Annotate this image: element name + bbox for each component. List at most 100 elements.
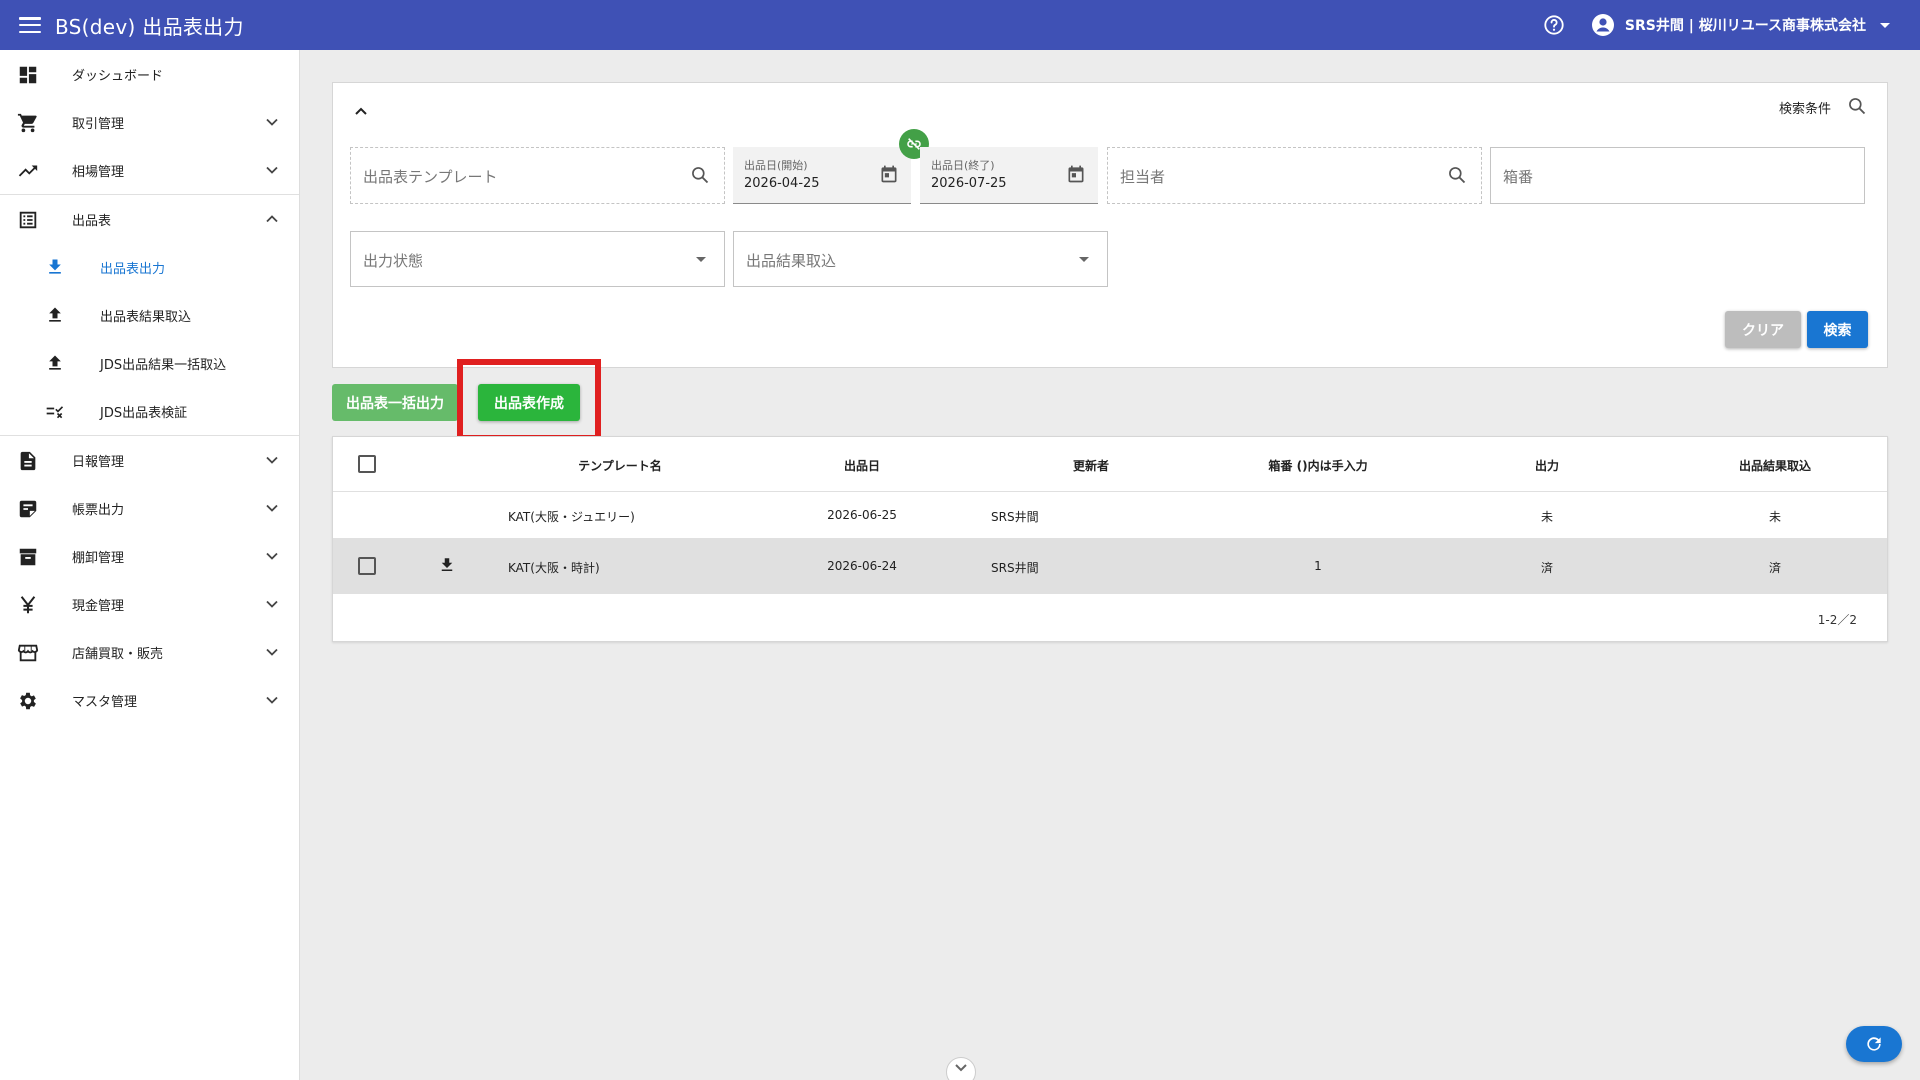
cell-template: KAT(大阪・時計) xyxy=(508,561,600,575)
cell-output: 未 xyxy=(1540,510,1554,524)
user-name[interactable]: SRS井間 | 桜川リユース商事株式会社 xyxy=(1625,15,1866,35)
sidebar-item-market[interactable]: 相場管理 xyxy=(0,146,299,194)
search-button[interactable]: 検索 xyxy=(1807,311,1868,348)
calendar-icon[interactable] xyxy=(879,164,899,184)
scroll-down-button[interactable] xyxy=(946,1057,976,1080)
menu-icon[interactable] xyxy=(19,17,41,33)
dropdown-arrow-icon xyxy=(1079,257,1089,262)
sidebar-item-label: ダッシュボード xyxy=(72,68,164,84)
cart-icon xyxy=(17,113,37,133)
search-icon[interactable] xyxy=(1447,165,1467,185)
sidebar-item-master[interactable]: マスタ管理 xyxy=(0,676,299,724)
sidebar-item-daily-report[interactable]: 日報管理 xyxy=(0,436,299,484)
box-number-input[interactable]: 箱番 xyxy=(1490,147,1865,204)
sidebar-item-label: 相場管理 xyxy=(72,164,125,180)
chevron-up-icon xyxy=(266,215,278,223)
staff-search-input[interactable]: 担当者 xyxy=(1107,147,1482,204)
refresh-button[interactable] xyxy=(1846,1026,1902,1062)
date-start-field[interactable]: 出品日(開始) 2026-04-25 xyxy=(733,147,911,204)
sidebar-item-store[interactable]: 店舗買取・販売 xyxy=(0,628,299,676)
account-icon[interactable] xyxy=(1591,13,1615,37)
cell-date: 2026-06-24 xyxy=(827,559,897,573)
sidebar-item-listing-output[interactable]: 出品表出力 xyxy=(0,243,299,291)
sidebar: ダッシュボード 取引管理 相場管理 出品表 出品表出力 出品表結果取込 JDS出… xyxy=(0,50,300,1080)
template-search-input[interactable]: 出品表テンプレート xyxy=(350,147,725,204)
dropdown-arrow-icon xyxy=(696,257,706,262)
sidebar-item-label: 店舗買取・販売 xyxy=(72,646,164,662)
sidebar-item-label: JDS出品表検証 xyxy=(100,405,188,421)
sidebar-item-forms[interactable]: 帳票出力 xyxy=(0,484,299,532)
header-right: SRS井間 | 桜川リユース商事株式会社 xyxy=(1543,0,1890,50)
highlight-box xyxy=(457,359,601,441)
select-all-checkbox[interactable] xyxy=(358,455,376,473)
rule-icon xyxy=(46,406,64,419)
date-end-field[interactable]: 出品日(終了) 2026-07-25 xyxy=(920,147,1098,204)
search-icon[interactable] xyxy=(690,165,710,185)
cell-updater: SRS井間 xyxy=(991,561,1039,575)
sidebar-item-label: 出品表結果取込 xyxy=(100,309,192,325)
chevron-down-icon xyxy=(266,552,278,560)
column-header[interactable]: テンプレート名 xyxy=(578,457,662,474)
column-header[interactable]: 更新者 xyxy=(1073,457,1109,474)
calendar-icon[interactable] xyxy=(1066,164,1086,184)
sidebar-item-label: 日報管理 xyxy=(72,454,125,470)
chevron-down-icon xyxy=(266,600,278,608)
account-caret-icon[interactable] xyxy=(1880,22,1890,28)
sidebar-item-label: 帳票出力 xyxy=(72,502,125,518)
sidebar-item-listing-result-import[interactable]: 出品表結果取込 xyxy=(0,291,299,339)
sidebar-item-label: JDS出品結果一括取込 xyxy=(100,357,227,373)
column-header[interactable]: 箱番 ()内は手入力 xyxy=(1268,457,1367,474)
cell-template: KAT(大阪・ジュエリー) xyxy=(508,510,635,524)
cell-result: 済 xyxy=(1768,561,1782,575)
chevron-down-icon xyxy=(266,696,278,704)
sidebar-item-label: 取引管理 xyxy=(72,116,125,132)
download-icon[interactable] xyxy=(438,556,456,574)
output-status-select[interactable]: 出力状態 xyxy=(350,231,725,287)
help-icon[interactable] xyxy=(1543,14,1565,36)
column-header[interactable]: 出品結果取込 xyxy=(1739,457,1811,474)
search-icon[interactable] xyxy=(1847,96,1867,116)
column-header[interactable]: 出品日 xyxy=(844,457,880,474)
app-header: BS(dev) 出品表出力 SRS井間 | 桜川リユース商事株式会社 xyxy=(0,0,1920,50)
sidebar-item-dashboard[interactable]: ダッシュボード xyxy=(0,50,299,98)
sidebar-item-jds-verify[interactable]: JDS出品表検証 xyxy=(0,387,299,435)
sidebar-item-transactions[interactable]: 取引管理 xyxy=(0,98,299,146)
row-checkbox[interactable] xyxy=(358,557,376,575)
sidebar-item-inventory[interactable]: 棚卸管理 xyxy=(0,532,299,580)
chevron-down-icon xyxy=(266,504,278,512)
column-header[interactable]: 出力 xyxy=(1535,457,1559,474)
sidebar-item-jds-bulk-import[interactable]: JDS出品結果一括取込 xyxy=(0,339,299,387)
table-row[interactable]: KAT(大阪・時計) 2026-06-24 SRS井間 1 済 済 xyxy=(333,539,1887,594)
bulk-output-button[interactable]: 出品表一括出力 xyxy=(332,384,458,421)
listing-table: テンプレート名 出品日 更新者 箱番 ()内は手入力 出力 出品結果取込 KAT… xyxy=(332,436,1888,642)
chevron-up-icon[interactable] xyxy=(353,103,369,119)
download-icon xyxy=(49,259,61,274)
sidebar-item-label: マスタ管理 xyxy=(72,694,138,710)
sidebar-item-listing[interactable]: 出品表 xyxy=(0,195,299,243)
chevron-down-icon xyxy=(266,456,278,464)
note-icon xyxy=(19,500,37,518)
gear-icon xyxy=(20,692,36,710)
chevron-down-icon xyxy=(266,118,278,126)
upload-icon xyxy=(49,355,61,370)
description-icon xyxy=(20,451,36,471)
list-alt-icon xyxy=(19,211,37,229)
cell-output: 済 xyxy=(1540,561,1554,575)
upload-icon xyxy=(49,307,61,322)
result-import-select[interactable]: 出品結果取込 xyxy=(733,231,1108,287)
chevron-down-icon xyxy=(955,1064,967,1072)
sidebar-item-cash[interactable]: 現金管理 xyxy=(0,580,299,628)
sidebar-item-label: 出品表出力 xyxy=(100,261,166,277)
cell-box: 1 xyxy=(1314,559,1322,573)
chevron-down-icon xyxy=(266,166,278,174)
cell-updater: SRS井間 xyxy=(991,510,1039,524)
pagination: 1-2／2 xyxy=(1817,613,1857,627)
search-conditions-label: 検索条件 xyxy=(1778,102,1831,117)
divider xyxy=(333,491,1887,492)
trending-up-icon xyxy=(18,165,38,177)
chevron-down-icon xyxy=(266,648,278,656)
cell-date: 2026-06-25 xyxy=(827,508,897,522)
cell-result: 未 xyxy=(1768,510,1782,524)
clear-button[interactable]: クリア xyxy=(1725,311,1801,348)
dashboard-icon xyxy=(19,66,37,84)
